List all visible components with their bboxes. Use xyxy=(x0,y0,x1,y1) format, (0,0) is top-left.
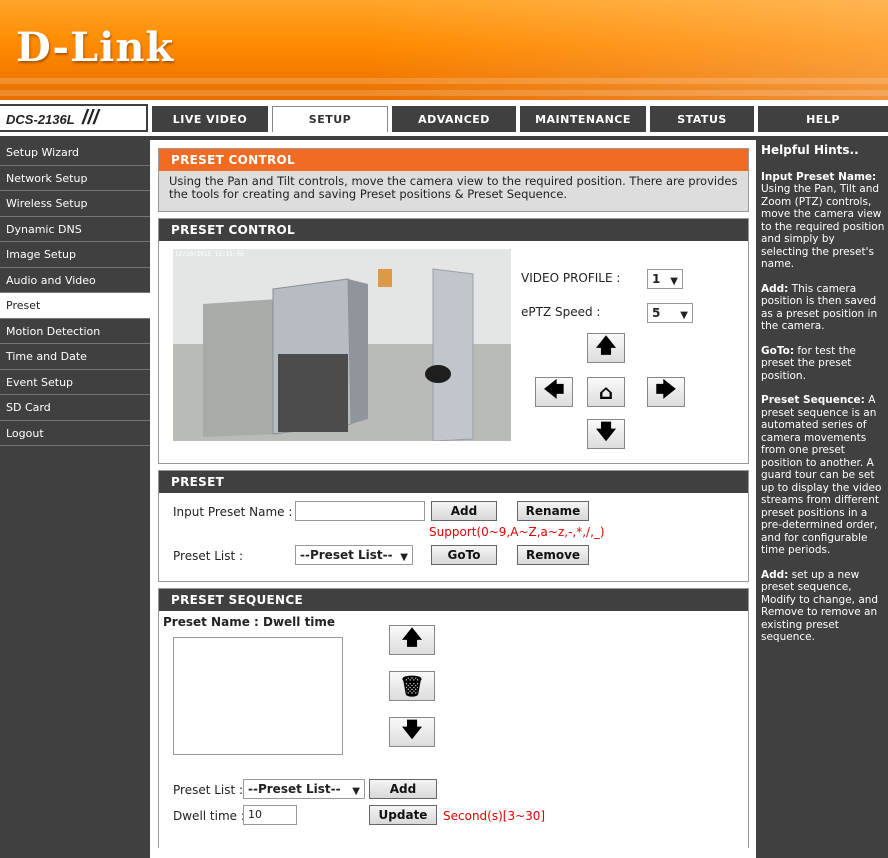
preset-sequence-panel: PRESET SEQUENCE Preset Name : Dwell time… xyxy=(158,588,749,848)
sequence-preset-list-label: Preset List : xyxy=(173,783,244,797)
arrow-down-icon: 🡇 xyxy=(401,717,423,741)
dwell-time-label: Dwell time : xyxy=(173,809,245,823)
camera-video: 12/30/2015 15:19:06 xyxy=(173,249,511,441)
sidebar-item-wireless-setup[interactable]: Wireless Setup xyxy=(0,191,150,217)
pan-left-button[interactable]: 🡄 xyxy=(535,377,573,407)
help-section: Add: This camera position is then saved … xyxy=(761,282,878,333)
sidebar-item-setup-wizard[interactable]: Setup Wizard xyxy=(0,140,150,166)
banner-stripe xyxy=(0,90,888,96)
pan-right-button[interactable]: 🡆 xyxy=(647,377,685,407)
pan-down-button[interactable]: 🡇 xyxy=(587,419,625,449)
tab-help[interactable]: HELP xyxy=(758,106,888,132)
camera-video-frame xyxy=(173,249,511,441)
sequence-listbox[interactable] xyxy=(173,637,343,755)
goto-preset-button[interactable]: GoTo xyxy=(431,545,497,565)
banner-stripe xyxy=(0,78,888,84)
eptz-speed-select[interactable]: 5 ▼ xyxy=(647,303,693,323)
arrow-left-icon: 🡄 xyxy=(543,377,565,401)
sidebar-item-time-and-date[interactable]: Time and Date xyxy=(0,344,150,370)
video-profile-select[interactable]: 1 ▼ xyxy=(647,269,683,289)
pan-up-button[interactable]: 🡅 xyxy=(587,333,625,363)
preset-sequence-title: PRESET SEQUENCE xyxy=(159,589,748,611)
intro-text: Using the Pan and Tilt controls, move th… xyxy=(159,171,748,211)
sidebar-item-event-setup[interactable]: Event Setup xyxy=(0,370,150,395)
sidebar-item-motion-detection[interactable]: Motion Detection xyxy=(0,319,150,344)
sequence-preset-list-select[interactable]: --Preset List-- ▼ xyxy=(243,779,365,799)
arrow-up-icon: 🡅 xyxy=(595,333,617,357)
tab-live-video[interactable]: LIVE VIDEO xyxy=(152,106,268,132)
help-title: Helpful Hints.. xyxy=(761,143,859,157)
page: D-Link DCS-2136L /// LIVE VIDEO SETUP AD… xyxy=(0,0,888,858)
top-nav: DCS-2136L /// LIVE VIDEO SETUP ADVANCED … xyxy=(0,100,888,136)
preset-name-dwell-header: Preset Name : Dwell time xyxy=(163,615,336,629)
help-section: Input Preset Name: Using the Pan, Tilt a… xyxy=(761,170,885,271)
dwell-time-input[interactable]: 10 xyxy=(243,805,297,825)
remove-preset-button[interactable]: Remove xyxy=(517,545,589,565)
header-banner: D-Link xyxy=(0,0,888,100)
sequence-delete-button[interactable]: 🗑 xyxy=(389,671,435,701)
intro-panel: PRESET CONTROL Using the Pan and Tilt co… xyxy=(158,148,749,212)
sidebar-item-logout[interactable]: Logout xyxy=(0,421,150,446)
preset-control-panel: PRESET CONTROL 12/30/2015 15:19:06 VIDEO… xyxy=(158,218,749,464)
arrow-right-icon: 🡆 xyxy=(655,377,677,401)
video-profile-label: VIDEO PROFILE : xyxy=(521,271,621,285)
model-label: DCS-2136L /// xyxy=(0,104,148,132)
preset-list-label: Preset List : xyxy=(173,549,244,563)
home-icon: ⌂ xyxy=(598,380,614,404)
arrow-down-icon: 🡇 xyxy=(595,419,617,443)
sidebar-item-preset[interactable]: Preset xyxy=(0,293,150,319)
add-preset-button[interactable]: Add xyxy=(431,501,497,521)
arrow-up-icon: 🡅 xyxy=(401,625,423,649)
preset-name-input[interactable] xyxy=(295,501,425,521)
tab-status[interactable]: STATUS xyxy=(650,106,754,132)
chevron-down-icon: ▼ xyxy=(680,310,688,321)
preset-control-title: PRESET CONTROL xyxy=(159,219,748,241)
help-panel: Helpful Hints.. Input Preset Name: Using… xyxy=(756,140,888,858)
preset-title: PRESET xyxy=(159,471,748,493)
sequence-update-button[interactable]: Update xyxy=(369,805,437,825)
rename-preset-button[interactable]: Rename xyxy=(517,501,589,521)
chevron-down-icon: ▼ xyxy=(352,786,360,797)
sequence-move-up-button[interactable]: 🡅 xyxy=(389,625,435,655)
dlink-logo: D-Link xyxy=(16,24,175,71)
intro-title: PRESET CONTROL xyxy=(159,149,748,171)
chevron-down-icon: ▼ xyxy=(670,276,678,287)
video-timestamp: 12/30/2015 15:19:06 xyxy=(175,251,244,258)
preset-panel: PRESET Input Preset Name : Add Rename Su… xyxy=(158,470,749,582)
input-preset-name-label: Input Preset Name : xyxy=(173,505,293,519)
eptz-speed-label: ePTZ Speed : xyxy=(521,305,601,319)
support-hint: Support(0~9,A~Z,a~z,-,*,/,_) xyxy=(429,525,605,539)
sidebar-item-audio-and-video[interactable]: Audio and Video xyxy=(0,268,150,293)
sequence-add-button[interactable]: Add xyxy=(369,779,437,799)
chevron-down-icon: ▼ xyxy=(400,552,408,563)
trash-icon: 🗑 xyxy=(399,674,425,698)
sidebar-item-sd-card[interactable]: SD Card xyxy=(0,395,150,421)
banner-gradient xyxy=(368,0,888,100)
model-name: DCS-2136L xyxy=(6,112,75,127)
dwell-range-hint: Second(s)[3~30] xyxy=(443,809,546,823)
main-content: PRESET CONTROL Using the Pan and Tilt co… xyxy=(150,140,756,858)
tab-setup[interactable]: SETUP xyxy=(272,106,388,132)
sidebar: Setup Wizard Network Setup Wireless Setu… xyxy=(0,140,150,858)
sidebar-item-dynamic-dns[interactable]: Dynamic DNS xyxy=(0,217,150,242)
tab-maintenance[interactable]: MAINTENANCE xyxy=(520,106,646,132)
tab-advanced[interactable]: ADVANCED xyxy=(392,106,516,132)
model-slashes: /// xyxy=(82,107,99,129)
help-section: GoTo: for test the preset the preset pos… xyxy=(761,344,856,382)
home-button[interactable]: ⌂ xyxy=(587,377,625,407)
sidebar-item-network-setup[interactable]: Network Setup xyxy=(0,166,150,191)
preset-list-select[interactable]: --Preset List-- ▼ xyxy=(295,545,413,565)
sequence-move-down-button[interactable]: 🡇 xyxy=(389,717,435,747)
help-section: Preset Sequence: A preset sequence is an… xyxy=(761,394,882,556)
help-section: Add: set up a new preset sequence, Modif… xyxy=(761,568,879,644)
sidebar-item-image-setup[interactable]: Image Setup xyxy=(0,242,150,268)
